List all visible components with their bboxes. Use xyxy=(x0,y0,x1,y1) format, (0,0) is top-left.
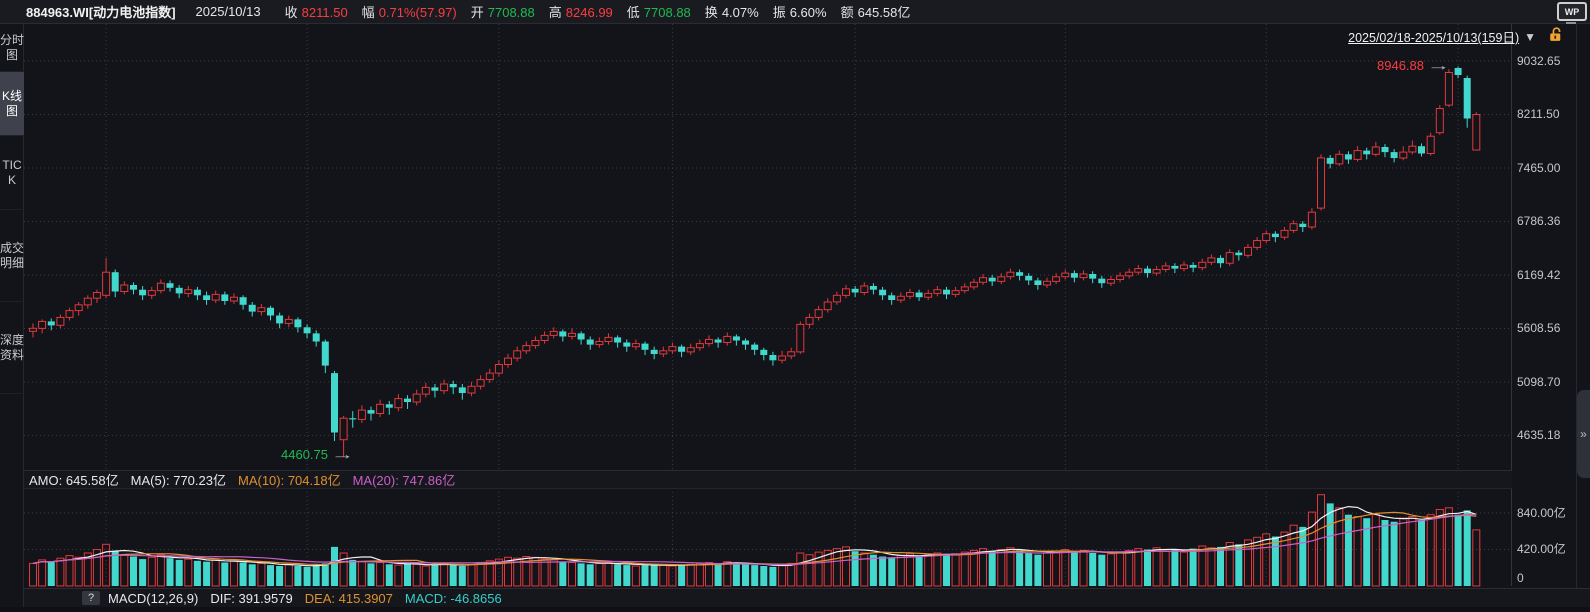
macd-legend-bar: ? MACD(12,26,9) DIF: 391.9579 DEA: 415.390… xyxy=(24,588,1590,607)
chevrons-right-icon: » xyxy=(1580,427,1587,441)
legend-segment: MACD: -46.8656 xyxy=(405,591,502,606)
arrow-right-icon: → xyxy=(1427,58,1450,73)
legend-segment: MA(10): 704.18亿 xyxy=(238,470,341,489)
macd-values: MACD(12,26,9) DIF: 391.9579 DEA: 415.3907 M… xyxy=(108,591,514,606)
legend-segment: MACD(12,26,9) xyxy=(108,591,198,606)
legend-segment: DIF: 391.9579 xyxy=(210,591,292,606)
price-axis-label: 6786.36 xyxy=(1517,213,1560,229)
lock-icon[interactable] xyxy=(1548,26,1564,42)
symbol-name: 884963.WI[动力电池指数] xyxy=(26,2,176,21)
sidebar-item-depth-info[interactable]: 深度资料 xyxy=(0,302,24,394)
price-axis-label: 6169.42 xyxy=(1517,267,1560,283)
quote-field-label: 换 xyxy=(705,5,718,20)
annotation-period-high: 8946.88→ xyxy=(1377,58,1440,73)
price-axis-label: 4635.18 xyxy=(1517,427,1560,443)
quote-field-label: 额 xyxy=(841,5,854,20)
date-range-row: 2025/02/18-2025/10/13(159日) ▼ xyxy=(1150,27,1536,46)
quote-field-label: 高 xyxy=(549,5,562,20)
header-quote-fields: 收 8211.50 幅 0.71%(57.97) 开 7708.88 高 8246.99 低 77… xyxy=(271,2,911,21)
sidebar-item-trade-detail[interactable]: 成交明细 xyxy=(0,210,24,302)
date-range-selector[interactable]: 2025/02/18-2025/10/13(159日) xyxy=(1348,27,1519,46)
dropdown-triangle-icon[interactable]: ▼ xyxy=(1524,30,1536,44)
volume-axis-label: 840.00亿 xyxy=(1517,505,1566,521)
quote-field-value: 7708.88 xyxy=(644,5,691,20)
axis-right-separator xyxy=(1576,24,1577,612)
kline-chart-canvas xyxy=(24,24,1512,587)
quote-field-label: 幅 xyxy=(362,5,375,20)
sidebar-item-tick[interactable]: TICK xyxy=(0,136,24,210)
quote-field-value: 4.07% xyxy=(722,5,759,20)
wp-icon-label: WP xyxy=(1565,7,1580,17)
sidebar-item-intraday[interactable]: 分时图 xyxy=(0,24,24,72)
quote-date: 2025/10/13 xyxy=(196,4,261,19)
bottom-panel-sliver xyxy=(0,607,1590,612)
price-axis-label: 7465.00 xyxy=(1517,160,1560,176)
high-value: 8946.88 xyxy=(1377,58,1424,73)
quote-field-value: 8211.50 xyxy=(302,5,348,20)
legend-segment: DEA: 415.3907 xyxy=(305,591,393,606)
low-value: 4460.75 xyxy=(281,447,328,462)
quote-field-value: 6.60% xyxy=(790,5,827,20)
header-bar: 884963.WI[动力电池指数] 2025/10/13 收 8211.50 幅 0.… xyxy=(0,0,1590,24)
quote-field-value: 8246.99 xyxy=(566,5,613,20)
help-icon[interactable]: ? xyxy=(82,591,100,605)
expand-panel-tab[interactable]: » xyxy=(1577,390,1590,478)
quote-field-value: 645.58亿 xyxy=(858,5,911,20)
legend-segment: AMO: 645.58亿 xyxy=(29,470,119,489)
price-axis-label: 5098.70 xyxy=(1517,374,1560,390)
quote-field-label: 收 xyxy=(285,5,298,20)
price-axis-label: 5608.56 xyxy=(1517,320,1560,336)
amount-legend-bar: AMO: 645.58亿 MA(5): 770.23亿 MA(10): 704.18… xyxy=(24,470,1512,489)
legend-segment: MA(5): 770.23亿 xyxy=(131,470,226,489)
legend-segment: MA(20): 747.86亿 xyxy=(353,470,456,489)
quote-field-label: 振 xyxy=(773,5,786,20)
price-axis-label: 9032.65 xyxy=(1517,53,1560,69)
sidebar-item-kline[interactable]: K线图 xyxy=(0,72,24,136)
arrow-right-icon: → xyxy=(331,447,354,462)
quote-field-value: 0.71%(57.97) xyxy=(379,5,457,20)
volume-axis-label: 420.00亿 xyxy=(1517,541,1566,557)
wp-taskbar-icon[interactable]: WP xyxy=(1557,2,1587,21)
price-axis-label: 8211.50 xyxy=(1517,106,1560,122)
quote-field-label: 开 xyxy=(471,5,484,20)
left-sidebar: 分时图K线图TICK成交明细深度资料 xyxy=(0,24,24,612)
quote-field-label: 低 xyxy=(627,5,640,20)
annotation-period-low: 4460.75→ xyxy=(281,447,344,462)
volume-axis-label: 0 xyxy=(1517,570,1524,586)
quote-field-value: 7708.88 xyxy=(488,5,535,20)
